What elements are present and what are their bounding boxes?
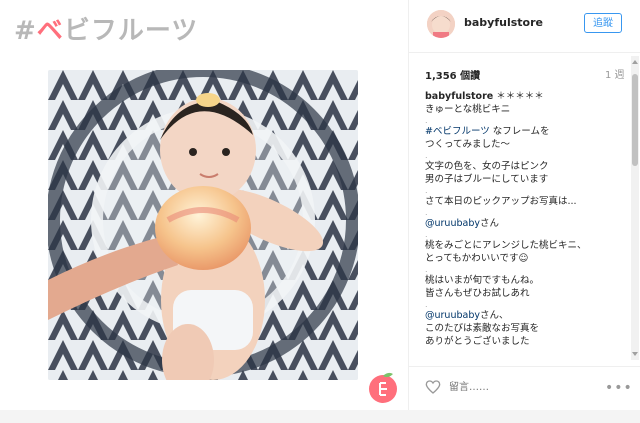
caption-line: 文字の色を、女の子はピンク	[425, 160, 630, 173]
caption-line: とってもかわいいです☺	[425, 252, 630, 265]
caption-text: .	[425, 300, 428, 309]
caption-text: 皆さんもぜひお試しあれ	[425, 288, 530, 299]
caption-text: 文字の色を、女の子はピンク	[425, 161, 549, 172]
caption-tag-link[interactable]: @uruubaby	[425, 218, 480, 229]
caption-line: 桃をみごとにアレンジした桃ビキニ、	[425, 239, 630, 252]
caption-line: .	[425, 230, 630, 239]
more-options-icon[interactable]: •••	[605, 380, 633, 396]
caption-line: つくってみました〜	[425, 138, 630, 151]
caption-owner[interactable]: babyfulstore	[425, 91, 493, 102]
caption-text: 男の子はブルーにしています	[425, 174, 549, 185]
bottom-bar	[0, 410, 640, 423]
caption-text: つくってみました〜	[425, 139, 511, 150]
caption-text: とってもかわいいです☺	[425, 253, 529, 264]
scroll-up-arrow-icon[interactable]	[632, 60, 638, 64]
post-image-area: #ベビフルーツ	[0, 0, 408, 410]
caption-line: @uruubabyさん	[425, 217, 630, 230]
caption-text: .	[425, 208, 428, 217]
caption-line: .	[425, 300, 630, 309]
caption-line: .	[425, 151, 630, 160]
avatar[interactable]	[427, 10, 455, 38]
caption-line: .	[425, 265, 630, 274]
caption-text: .	[425, 230, 428, 239]
caption-line: babyfulstore ＊＊＊＊＊	[425, 90, 630, 103]
post-sidebar: babyfulstore 追蹤 1,356 個讚 1 週 babyfulstor…	[408, 0, 640, 410]
caption-line: 皆さんもぜひお試しあれ	[425, 287, 630, 300]
caption-tag-link[interactable]: @uruubaby	[425, 310, 480, 321]
avatar-image	[427, 10, 455, 38]
caption-text: きゅーとな桃ビキニ	[425, 104, 511, 115]
caption-text: なフレームを	[489, 126, 550, 137]
baby-photo-illustration	[48, 70, 358, 380]
caption-text: さん	[479, 218, 499, 229]
caption-text: .	[425, 265, 428, 274]
post-age[interactable]: 1 週	[605, 66, 625, 81]
brand-hash: #	[14, 16, 37, 46]
caption-line: .	[425, 116, 630, 125]
caption-line: @uruubabyさん、	[425, 309, 630, 322]
caption-line: きゅーとな桃ビキニ	[425, 103, 630, 116]
caption-text: 桃はいまが旬ですもんね。	[425, 275, 540, 286]
scroll-thumb[interactable]	[632, 74, 638, 166]
post-header: babyfulstore 追蹤	[409, 0, 640, 53]
caption-text: .	[425, 151, 428, 160]
caption-line: .	[425, 208, 630, 217]
caption-text: さん、	[479, 310, 509, 321]
caption-line: .	[425, 186, 630, 195]
caption-text: 桃をみごとにアレンジした桃ビキニ、	[425, 240, 587, 251]
username[interactable]: babyfulstore	[464, 16, 543, 29]
caption-text: .	[425, 186, 428, 195]
caption-scrollbar[interactable]	[631, 56, 639, 360]
post-footer: •••	[409, 366, 640, 407]
caption-text: このたびは素敵なお写真を	[425, 323, 540, 334]
caption-list[interactable]: babyfulstore ＊＊＊＊＊ きゅーとな桃ビキニ. #ベビフルーツ なフレー…	[425, 90, 630, 358]
peach-logo-icon	[369, 372, 397, 403]
caption-line: #ベビフルーツ なフレームを	[425, 125, 630, 138]
brand-rest: ビフルーツ	[63, 16, 199, 46]
caption-line: 男の子はブルーにしています	[425, 173, 630, 186]
caption-line: さて本日のピックアップお写真は...	[425, 195, 630, 208]
caption-text: さて本日のピックアップお写真は...	[425, 196, 577, 207]
caption-line: 桃はいまが旬ですもんね。	[425, 274, 630, 287]
caption-text: ＊＊＊＊＊	[493, 91, 544, 102]
likes-row: 1,356 個讚	[425, 64, 625, 82]
scroll-down-arrow-icon[interactable]	[632, 352, 638, 356]
comment-input[interactable]	[449, 378, 589, 396]
caption-tag-link[interactable]: #ベビフルーツ	[425, 126, 490, 137]
likes-count[interactable]: 1,356 個讚	[425, 71, 480, 82]
caption-text: ありがとうございました	[425, 336, 530, 347]
heart-icon[interactable]	[425, 379, 441, 395]
caption-line: このたびは素敵なお写真を	[425, 322, 630, 335]
caption-line: ありがとうございました	[425, 335, 630, 348]
post-photo[interactable]	[48, 70, 358, 380]
brand-title: #ベビフルーツ	[14, 10, 198, 47]
follow-button[interactable]: 追蹤	[584, 13, 622, 33]
brand-pink-char: ベ	[36, 16, 64, 46]
caption-text: .	[425, 116, 428, 125]
